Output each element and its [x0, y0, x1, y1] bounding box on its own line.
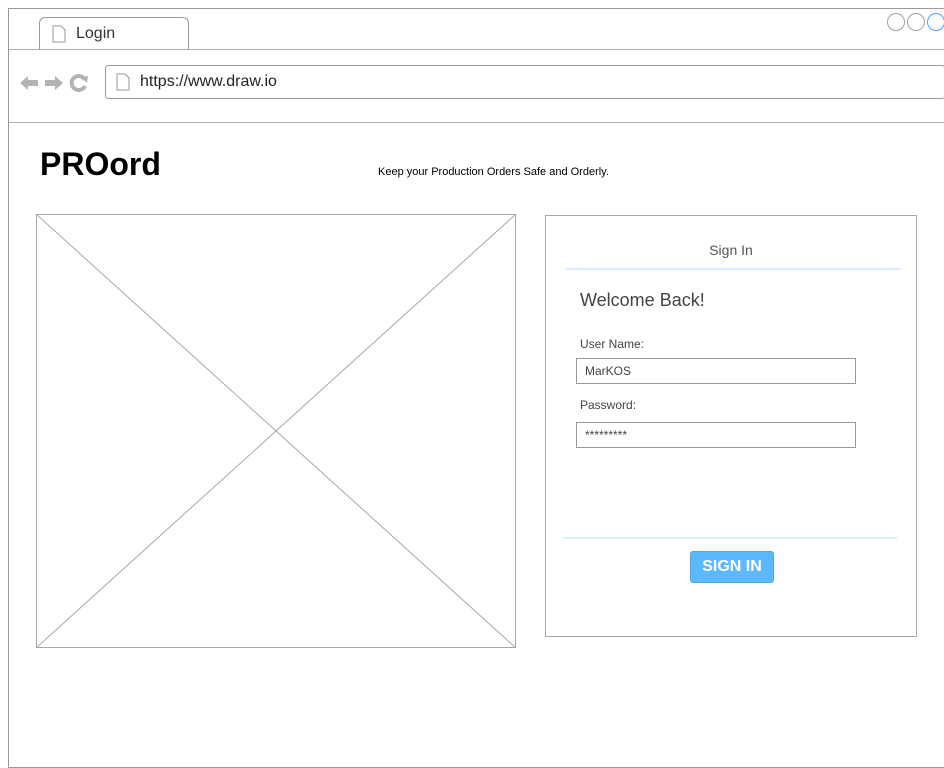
password-field[interactable] [576, 422, 856, 448]
divider [565, 268, 901, 270]
welcome-heading: Welcome Back! [580, 290, 705, 310]
nav-bar: https://www.draw.io [9, 50, 944, 123]
tagline: Keep your Production Orders Safe and Ord… [378, 166, 609, 178]
url-text[interactable]: https://www.draw.io [140, 73, 277, 91]
divider [563, 537, 897, 539]
reload-icon[interactable] [69, 74, 89, 92]
login-panel: Sign In Welcome Back! User Name: Passwor… [545, 215, 917, 637]
tab-bar: Login [9, 9, 944, 50]
sign-in-button[interactable]: SIGN IN [690, 551, 774, 583]
close-icon[interactable] [927, 13, 944, 31]
tab-login[interactable]: Login [39, 17, 189, 49]
tab-label: Login [76, 24, 116, 42]
doc-icon [52, 25, 66, 42]
image-placeholder [36, 214, 516, 648]
window-controls [887, 13, 944, 31]
page-icon [116, 73, 130, 91]
back-arrow-icon[interactable] [19, 75, 39, 91]
minimize-icon[interactable] [887, 13, 905, 31]
nav-buttons [19, 74, 89, 92]
maximize-icon[interactable] [907, 13, 925, 31]
address-bar[interactable]: https://www.draw.io [105, 65, 944, 99]
brand-logo: PROord [40, 146, 161, 182]
username-field[interactable] [576, 358, 856, 384]
forward-arrow-icon[interactable] [44, 75, 64, 91]
username-label: User Name: [580, 337, 645, 351]
password-label: Password: [580, 398, 637, 412]
panel-title: Sign In [709, 242, 753, 258]
